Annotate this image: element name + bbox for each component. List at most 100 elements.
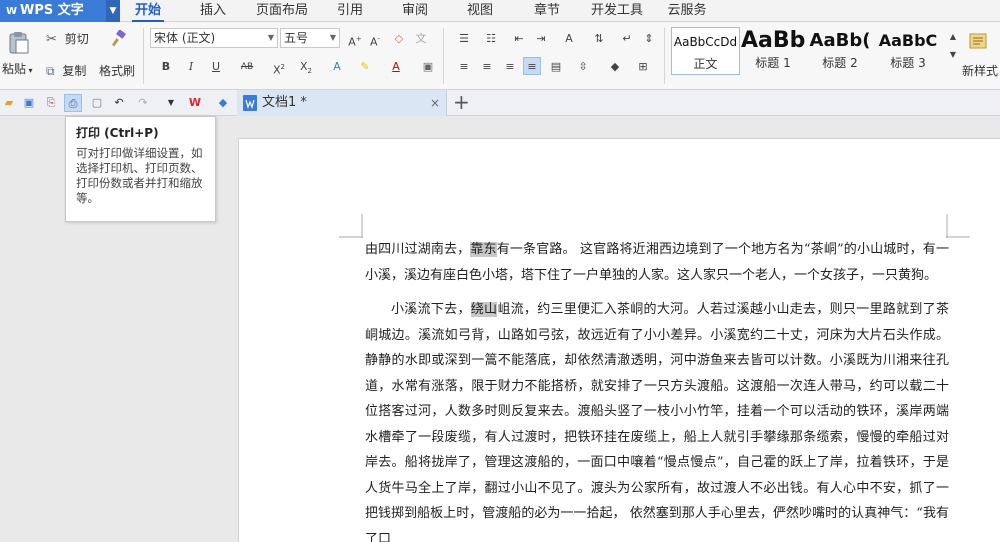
line-spacing-icon[interactable]: ⇕ — [640, 30, 658, 48]
borders-icon[interactable]: ⊞ — [634, 58, 652, 76]
format-painter-button[interactable]: 格式刷 — [99, 62, 135, 79]
format-painter-label: 格式刷 — [99, 64, 136, 78]
justify-icon[interactable]: ≡ — [523, 57, 541, 75]
tab-insert[interactable]: 插入 — [190, 0, 236, 22]
subscript-icon[interactable]: X2 — [297, 58, 315, 76]
app-menu-button[interactable]: W WPS 文字 ▼ — [0, 0, 120, 22]
new-style-icon[interactable] — [968, 30, 990, 55]
export-pdf-icon[interactable]: ⎘ — [42, 94, 60, 112]
paragraph-spacing-icon[interactable]: ⇳ — [574, 58, 592, 76]
style-sample: AaBbCcDd — [673, 35, 738, 49]
print-icon[interactable]: ⎙ — [64, 94, 82, 112]
shading-icon[interactable]: ◆ — [606, 58, 624, 76]
grow-font-icon[interactable]: A+ — [346, 30, 364, 49]
increase-indent-icon[interactable]: ⇥ — [532, 30, 550, 48]
close-icon[interactable]: × — [430, 90, 440, 116]
tab-references[interactable]: 引用 — [330, 0, 370, 22]
distribute-icon[interactable]: ▤ — [547, 58, 565, 76]
pinyin-icon[interactable]: 文 — [412, 30, 430, 48]
paste-button[interactable]: 粘贴 ▾ — [2, 60, 33, 77]
underline-icon[interactable]: U — [207, 58, 225, 76]
strikethrough-icon[interactable]: AB — [238, 58, 256, 76]
cut-label: 剪切 — [64, 32, 89, 46]
save-icon[interactable]: ▣ — [20, 94, 38, 112]
scissors-icon: ✂ — [46, 32, 57, 47]
print-tooltip: 打印 (Ctrl+P) 可对打印做详细设置，如选择打印机、打印页数、打印份数或者… — [65, 116, 216, 222]
char-shading-icon[interactable]: ▣ — [419, 58, 437, 76]
numbered-list-icon[interactable]: ☷ — [482, 30, 500, 48]
chevron-down-icon[interactable]: ▼ — [162, 94, 180, 112]
decrease-indent-icon[interactable]: ⇤ — [510, 30, 528, 48]
chevron-down-icon[interactable]: ▼ — [106, 0, 120, 22]
style-heading-2[interactable]: AaBb( 标题 2 — [807, 27, 873, 75]
document-tab[interactable]: 文档1 * × — [237, 90, 447, 116]
style-sample: AaBb — [741, 28, 805, 53]
divider — [443, 28, 444, 84]
open-folder-icon[interactable]: ▰ — [0, 94, 18, 112]
style-name: 标题 1 — [755, 56, 791, 70]
document-page[interactable]: 由四川过湖南去，靠东有一条官路。 这官路将近湘西边境到了一个地方名为“茶峒”的小… — [238, 138, 1000, 542]
ribbon: 粘贴 ▾ ✂ 剪切 ⧉ 复制 格式刷 宋体 (正文) ▼ 五号 ▼ A+ A- ◇ … — [0, 22, 1000, 90]
document-icon — [242, 94, 258, 115]
tab-chapter[interactable]: 章节 — [527, 0, 567, 22]
font-color-icon[interactable]: A — [387, 58, 405, 76]
tab-review[interactable]: 审阅 — [395, 0, 435, 22]
new-tab-button[interactable]: + — [453, 90, 470, 114]
font-size-select[interactable]: 五号 ▼ — [280, 28, 340, 48]
text-run: 岨流，约三里便汇入茶峒的大河。人若过溪越小山走去，则只一里路就到了茶峒城边。溪流… — [365, 302, 949, 542]
undo-icon[interactable]: ↶ — [110, 94, 128, 112]
selected-text: 绕山 — [470, 302, 498, 317]
style-heading-1[interactable]: AaBb 标题 1 — [741, 27, 805, 75]
shrink-font-icon[interactable]: A- — [366, 30, 384, 49]
document-body[interactable]: 由四川过湖南去，靠东有一条官路。 这官路将近湘西边境到了一个地方名为“茶峒”的小… — [365, 237, 949, 542]
style-heading-3[interactable]: AaBbC 标题 3 — [875, 27, 941, 75]
font-name-value: 宋体 (正文) — [154, 31, 216, 45]
paste-icon[interactable] — [6, 30, 32, 56]
font-size-value: 五号 — [284, 31, 309, 45]
new-style-button[interactable]: 新样式 — [962, 62, 998, 79]
cut-button[interactable]: ✂ 剪切 — [46, 30, 89, 47]
align-right-icon[interactable]: ≡ — [501, 58, 519, 76]
highlight-icon[interactable]: ✎ — [356, 58, 374, 76]
text-effect-icon[interactable]: A — [328, 58, 346, 76]
cube-icon[interactable]: ◆ — [214, 94, 232, 112]
bullet-list-icon[interactable]: ☰ — [455, 30, 473, 48]
sort-icon[interactable]: ⇅ — [590, 30, 608, 48]
style-name: 标题 2 — [822, 56, 858, 70]
clear-format-icon[interactable]: ◇ — [390, 30, 408, 48]
tab-cloud[interactable]: 云服务 — [660, 0, 714, 22]
menu-bar: W WPS 文字 ▼ 开始 插入 页面布局 引用 审阅 视图 章节 开发工具 云服… — [0, 0, 1000, 22]
chevron-down-icon: ▼ — [267, 33, 274, 42]
superscript-icon[interactable]: X2 — [270, 58, 288, 77]
chinese-layout-icon[interactable]: A — [560, 30, 578, 48]
paragraph: 由四川过湖南去，靠东有一条官路。 这官路将近湘西边境到了一个地方名为“茶峒”的小… — [365, 237, 949, 288]
redo-icon[interactable]: ↷ — [134, 94, 152, 112]
tab-page-layout[interactable]: 页面布局 — [250, 0, 314, 22]
app-name: WPS 文字 — [20, 3, 84, 18]
align-left-icon[interactable]: ≡ — [455, 58, 473, 76]
scroll-up-icon[interactable]: ▲ — [944, 28, 962, 46]
quick-access-bar: ▰ ▣ ⎘ ⎙ ▢ ↶ ↷ ▼ W ◆ 文档1 * × + — [0, 90, 1000, 116]
format-painter-icon[interactable] — [110, 29, 128, 51]
align-center-icon[interactable]: ≡ — [478, 58, 496, 76]
text-run: 由四川过湖南去， — [365, 242, 471, 257]
style-sample: AaBbC — [878, 31, 938, 50]
italic-icon[interactable]: I — [182, 58, 200, 76]
bold-icon[interactable]: B — [157, 58, 175, 76]
show-marks-icon[interactable]: ↵ — [618, 30, 636, 48]
style-name: 标题 3 — [890, 56, 926, 70]
print-preview-icon[interactable]: ▢ — [88, 94, 106, 112]
divider — [143, 28, 144, 84]
font-name-select[interactable]: 宋体 (正文) ▼ — [150, 28, 278, 48]
margin-corner-mark — [339, 214, 363, 238]
tab-view[interactable]: 视图 — [460, 0, 500, 22]
wps-brand-icon[interactable]: W — [186, 94, 204, 112]
style-normal[interactable]: AaBbCcDd 正文 — [671, 27, 740, 75]
tooltip-title: 打印 (Ctrl+P) — [76, 126, 159, 140]
tab-developer[interactable]: 开发工具 — [585, 0, 649, 22]
divider — [664, 28, 665, 84]
paste-label: 粘贴 — [2, 62, 27, 76]
scroll-down-icon[interactable]: ▼ — [944, 46, 962, 64]
tab-home[interactable]: 开始 — [124, 0, 172, 22]
copy-button[interactable]: ⧉ 复制 — [46, 62, 86, 79]
